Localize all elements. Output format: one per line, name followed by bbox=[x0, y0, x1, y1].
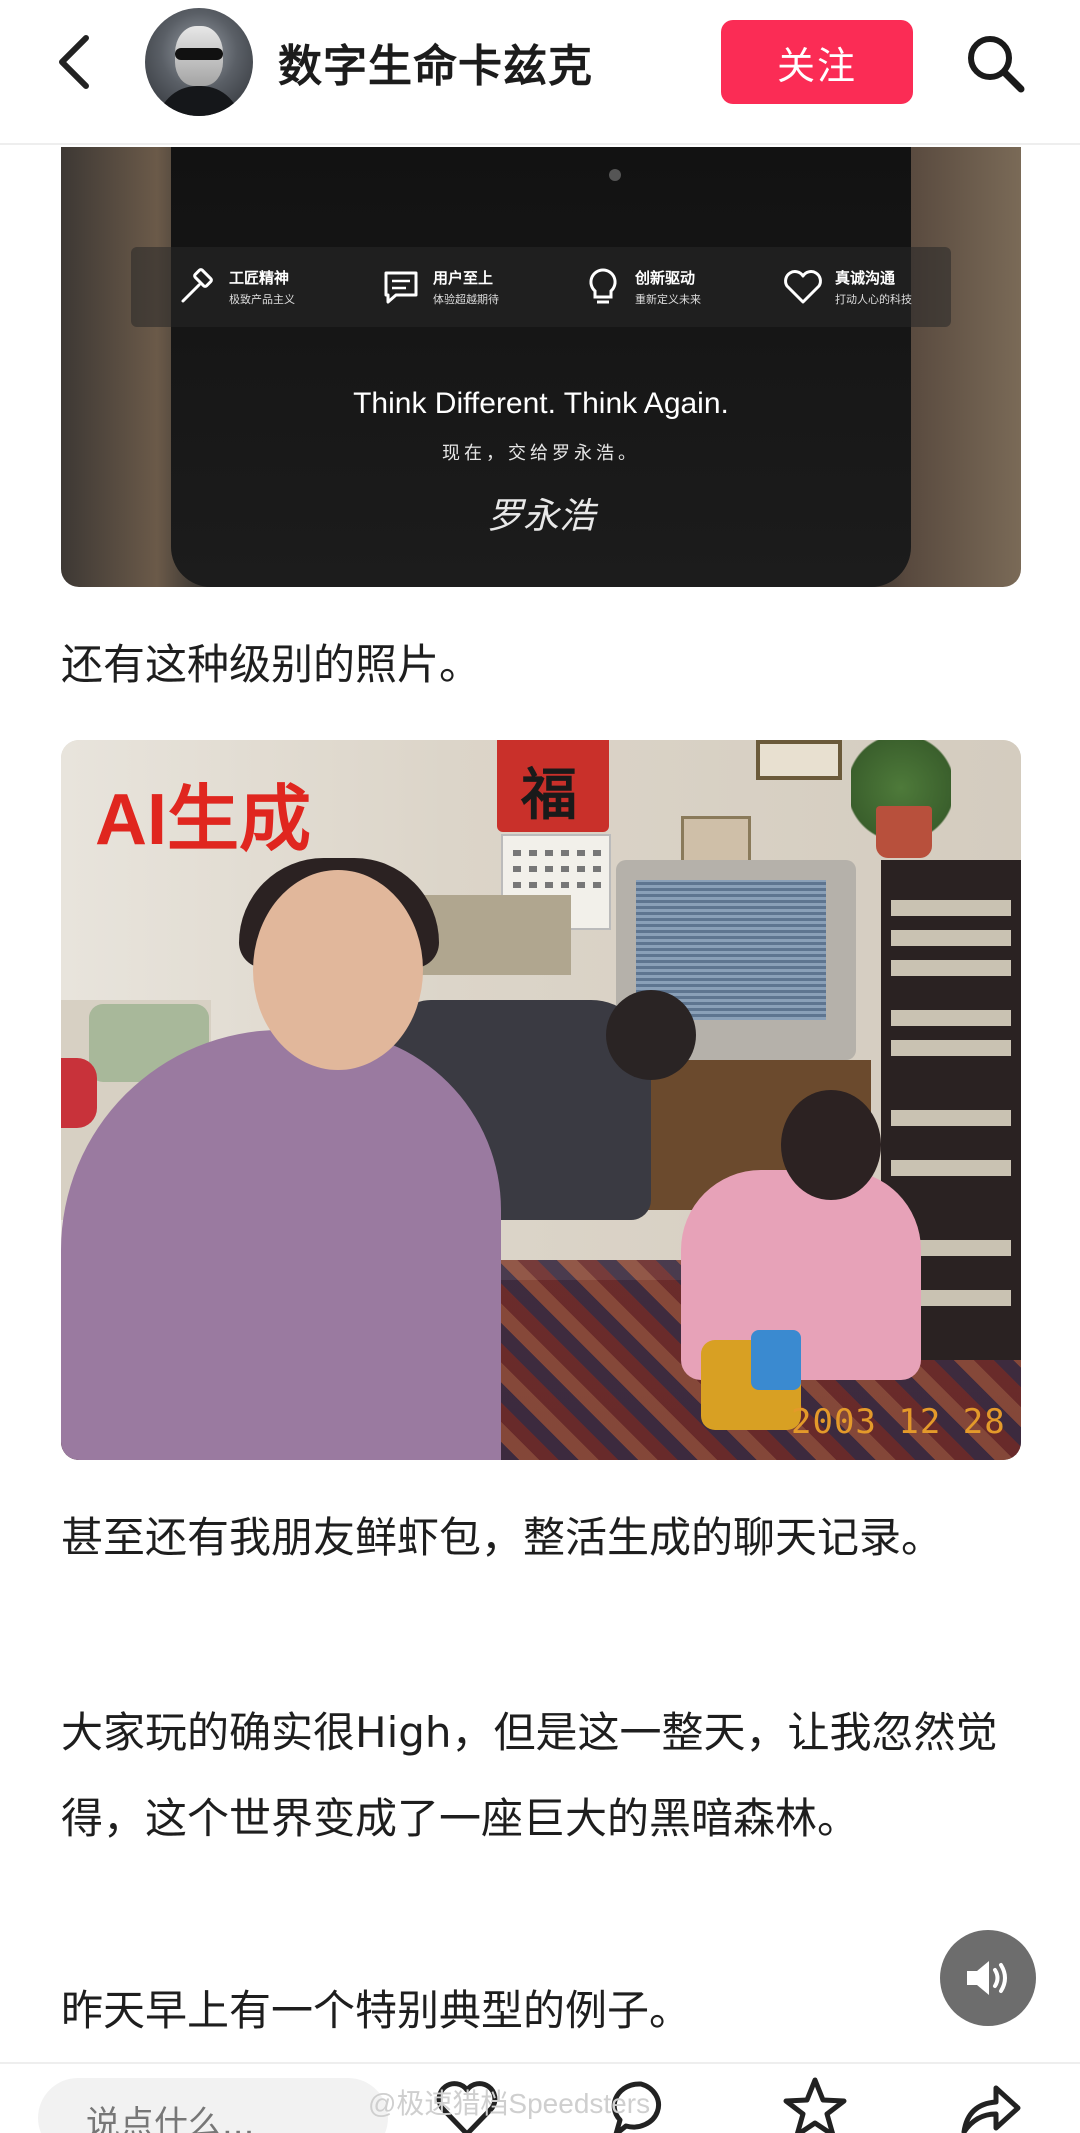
watermark: @极速猎档Speedsters bbox=[368, 2088, 651, 2119]
slogan-text: Think Different. Think Again. bbox=[353, 387, 729, 420]
article-paragraph: 甚至还有我朋友鲜虾包，整活生成的聊天记录。 bbox=[61, 1513, 944, 1562]
feature-subtitle: 打动人心的科技 bbox=[835, 293, 912, 306]
audio-toggle-button[interactable] bbox=[940, 1930, 1036, 2026]
feature-item: 创新驱动重新定义未来 bbox=[581, 259, 701, 315]
ai-generated-label: AI生成 bbox=[95, 780, 312, 860]
comment-placeholder: 说点什么... bbox=[86, 2104, 255, 2133]
favorite-button[interactable] bbox=[780, 2074, 850, 2133]
photo-date-stamp: 2003 12 28 bbox=[791, 1402, 1006, 1442]
person-woman bbox=[61, 1030, 501, 1460]
feature-title: 创新驱动 bbox=[635, 269, 696, 287]
signature: 罗永浩 bbox=[486, 496, 595, 537]
chevron-left-icon bbox=[59, 35, 89, 89]
feature-item: 真诚沟通打动人心的科技 bbox=[781, 259, 912, 315]
speaker-icon bbox=[967, 1961, 1007, 1995]
feature-subtitle: 极致产品主义 bbox=[229, 293, 295, 306]
feature-title: 用户至上 bbox=[433, 269, 494, 287]
fu-decoration: 福 bbox=[497, 740, 609, 832]
star-icon bbox=[783, 2077, 847, 2133]
feature-title: 真诚沟通 bbox=[835, 269, 896, 287]
feature-subtitle: 重新定义未来 bbox=[635, 293, 701, 306]
search-button[interactable] bbox=[964, 32, 1026, 94]
search-icon bbox=[968, 36, 1025, 93]
share-icon bbox=[961, 2085, 1021, 2133]
back-button[interactable] bbox=[44, 32, 104, 92]
heart-icon bbox=[781, 265, 825, 309]
follow-button[interactable]: 关注 bbox=[721, 20, 913, 104]
article-paragraph: 还有这种级别的照片。 bbox=[61, 640, 482, 689]
share-button[interactable] bbox=[954, 2074, 1024, 2133]
article-paragraph: 大家玩的确实很High，但是这一整天，让我忽然觉得，这个世界变成了一座巨大的黑暗… bbox=[61, 1708, 998, 1843]
slogan-subline: 现在，交给罗永浩。 bbox=[442, 443, 640, 464]
feature-title: 工匠精神 bbox=[229, 269, 290, 287]
article-image-1[interactable]: 工匠精神极致产品主义 用户至上体验超越期待 创新驱动重新定义未来 真诚沟通打动人… bbox=[61, 147, 1021, 587]
feature-item: 工匠精神极致产品主义 bbox=[175, 259, 295, 315]
hammer-icon bbox=[175, 265, 219, 309]
top-nav-bar: 数字生命卡兹克 关注 bbox=[0, 0, 1080, 145]
comment-input[interactable]: 说点什么... bbox=[38, 2078, 388, 2133]
feature-item: 用户至上体验超越期待 bbox=[379, 259, 499, 315]
account-name[interactable]: 数字生命卡兹克 bbox=[278, 30, 593, 94]
article-image-2[interactable]: 福 AI生成 2003 12 28 bbox=[61, 740, 1021, 1460]
avatar[interactable] bbox=[145, 8, 253, 116]
article-paragraph: 昨天早上有一个特别典型的例子。 bbox=[61, 1986, 692, 2035]
lightbulb-icon bbox=[581, 265, 625, 309]
feature-subtitle: 体验超越期待 bbox=[433, 293, 499, 306]
chat-icon bbox=[379, 265, 423, 309]
